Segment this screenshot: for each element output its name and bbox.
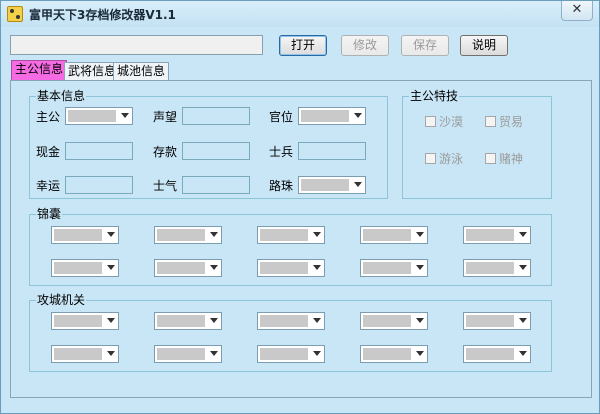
chevron-down-icon [107,318,115,323]
luck-label: 幸运 [36,179,61,193]
pouch-title: 锦囊 [36,207,63,221]
siege-select[interactable] [51,312,119,330]
chevron-down-icon [210,265,218,270]
main-window: 富甲天下3存档修改器V1.1 ✕ 打开 修改 保存 说明 主公信息 武将信息 城… [0,0,600,414]
pouch-select[interactable] [154,259,222,277]
morale-field[interactable] [182,176,250,194]
chevron-down-icon [416,351,424,356]
skill-desert-checkbox[interactable]: 沙漠 [425,115,463,129]
chevron-down-icon [519,232,527,237]
pouch-select[interactable] [360,226,428,244]
chevron-down-icon [416,232,424,237]
chevron-down-icon [354,113,362,118]
tab-panel-lord-info: 基本信息 主公 声望 官位 现金 存款 士兵 幸运 士气 路珠 主公特技 沙漠 … [10,80,592,398]
chevron-down-icon [313,265,321,270]
prestige-label: 声望 [153,110,178,124]
chevron-down-icon [519,318,527,323]
pouch-select[interactable] [257,226,325,244]
basic-info-group: 基本信息 主公 声望 官位 现金 存款 士兵 幸运 士气 路珠 [29,89,388,199]
dice-icon [7,6,23,22]
siege-select[interactable] [51,345,119,363]
checkbox-icon[interactable] [425,153,436,164]
siege-select[interactable] [463,345,531,363]
window-title: 富甲天下3存档修改器V1.1 [29,8,176,22]
office-label: 官位 [269,110,294,124]
deposit-field[interactable] [182,142,250,160]
skill-swim-label: 游泳 [439,152,464,166]
siege-select[interactable] [360,345,428,363]
tab-lord-info[interactable]: 主公信息 [11,60,68,81]
chevron-down-icon [313,318,321,323]
prestige-field[interactable] [182,107,250,125]
morale-label: 士气 [153,179,178,193]
chevron-down-icon [313,232,321,237]
luck-field[interactable] [65,176,133,194]
chevron-down-icon [210,351,218,356]
skill-gamble-label: 赌神 [499,152,524,166]
soldiers-field[interactable] [298,142,366,160]
chevron-down-icon [313,351,321,356]
pouch-select[interactable] [51,226,119,244]
chevron-down-icon [210,232,218,237]
siege-select[interactable] [360,312,428,330]
siege-select[interactable] [154,345,222,363]
lord-skills-group: 主公特技 沙漠 贸易 游泳 赌神 [402,89,552,199]
pouch-select[interactable] [154,226,222,244]
pouch-select[interactable] [51,259,119,277]
skill-trade-label: 贸易 [499,115,524,129]
basic-info-title: 基本信息 [36,89,87,103]
road-bead-select[interactable] [298,176,366,194]
skill-swim-checkbox[interactable]: 游泳 [425,152,463,166]
cash-field[interactable] [65,142,133,160]
deposit-label: 存款 [153,145,178,159]
lord-skills-title: 主公特技 [409,89,460,103]
chevron-down-icon [121,113,129,118]
close-icon[interactable]: ✕ [572,2,583,17]
skill-gamble-checkbox[interactable]: 赌神 [485,152,523,166]
checkbox-icon[interactable] [485,116,496,127]
chevron-down-icon [107,232,115,237]
chevron-down-icon [519,265,527,270]
soldiers-label: 士兵 [269,145,294,159]
lord-select[interactable] [65,107,133,125]
chevron-down-icon [210,318,218,323]
siege-select[interactable] [257,345,325,363]
office-select[interactable] [298,107,366,125]
chevron-down-icon [416,265,424,270]
chevron-down-icon [107,351,115,356]
file-path-input[interactable] [10,35,263,55]
checkbox-icon[interactable] [425,116,436,127]
siege-select[interactable] [257,312,325,330]
siege-title: 攻城机关 [36,293,87,307]
pouch-select[interactable] [463,259,531,277]
close-button[interactable]: ✕ [561,1,593,21]
skill-trade-checkbox[interactable]: 贸易 [485,115,523,129]
chevron-down-icon [416,318,424,323]
skill-desert-label: 沙漠 [439,115,464,129]
chevron-down-icon [519,351,527,356]
open-button[interactable]: 打开 [279,35,327,56]
pouch-select[interactable] [360,259,428,277]
lord-label: 主公 [36,110,61,124]
siege-group: 攻城机关 [29,293,552,372]
cash-label: 现金 [36,145,61,159]
road-bead-label: 路珠 [269,179,294,193]
save-button[interactable]: 保存 [401,35,449,56]
siege-select[interactable] [463,312,531,330]
pouch-group: 锦囊 [29,207,552,286]
pouch-select[interactable] [463,226,531,244]
chevron-down-icon [354,182,362,187]
tab-general-info[interactable]: 武将信息 [64,62,121,80]
siege-select[interactable] [154,312,222,330]
checkbox-icon[interactable] [485,153,496,164]
pouch-select[interactable] [257,259,325,277]
help-button[interactable]: 说明 [460,35,508,56]
title-bar: 富甲天下3存档修改器V1.1 ✕ [1,1,599,27]
chevron-down-icon [107,265,115,270]
modify-button[interactable]: 修改 [341,35,389,56]
tab-city-info[interactable]: 城池信息 [113,62,170,80]
